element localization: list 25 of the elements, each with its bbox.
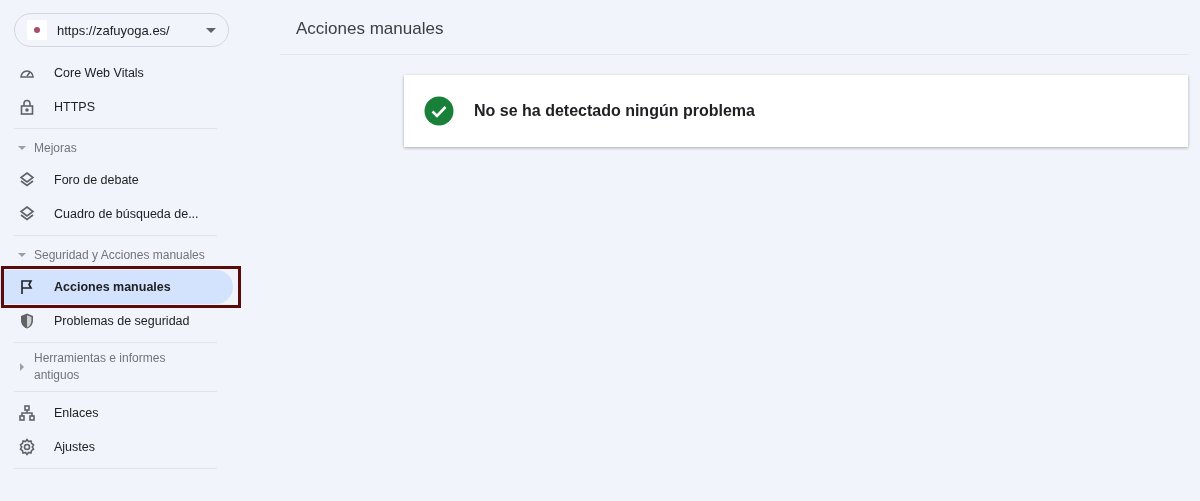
site-favicon [27, 20, 47, 40]
settings-icon [18, 438, 36, 456]
layers-icon [18, 205, 36, 223]
sidebar-item[interactable]: HTTPS [0, 90, 233, 124]
sidebar-item[interactable]: Problemas de seguridad [0, 304, 233, 338]
section-heading[interactable]: Mejoras [18, 133, 217, 163]
sidebar-item[interactable]: Ajustes [0, 430, 233, 464]
sidebar-item[interactable]: Core Web Vitals [0, 56, 233, 90]
dropdown-caret-icon [206, 27, 216, 33]
caret-down-icon [18, 251, 26, 259]
section-heading[interactable]: Seguridad y Acciones manuales [18, 240, 217, 270]
sidebar-item[interactable]: Foro de debate [0, 163, 233, 197]
sidebar-item[interactable]: Cuadro de búsqueda de... [0, 197, 233, 231]
sidebar-item[interactable]: Enlaces [0, 396, 233, 430]
check-circle-icon [424, 96, 454, 126]
page-title: Acciones manuales [296, 18, 444, 39]
section-heading[interactable]: Herramientas e informes antiguos [18, 347, 217, 387]
layers-icon [18, 171, 36, 189]
property-selector[interactable]: https://zafuyoga.es/ [14, 13, 229, 47]
status-message: No se ha detectado ningún problema [474, 102, 755, 120]
sitemap-icon [18, 404, 36, 422]
caret-right-icon [18, 363, 26, 371]
caret-down-icon [18, 144, 26, 152]
shield-icon [18, 312, 36, 330]
lock-icon [18, 98, 36, 116]
